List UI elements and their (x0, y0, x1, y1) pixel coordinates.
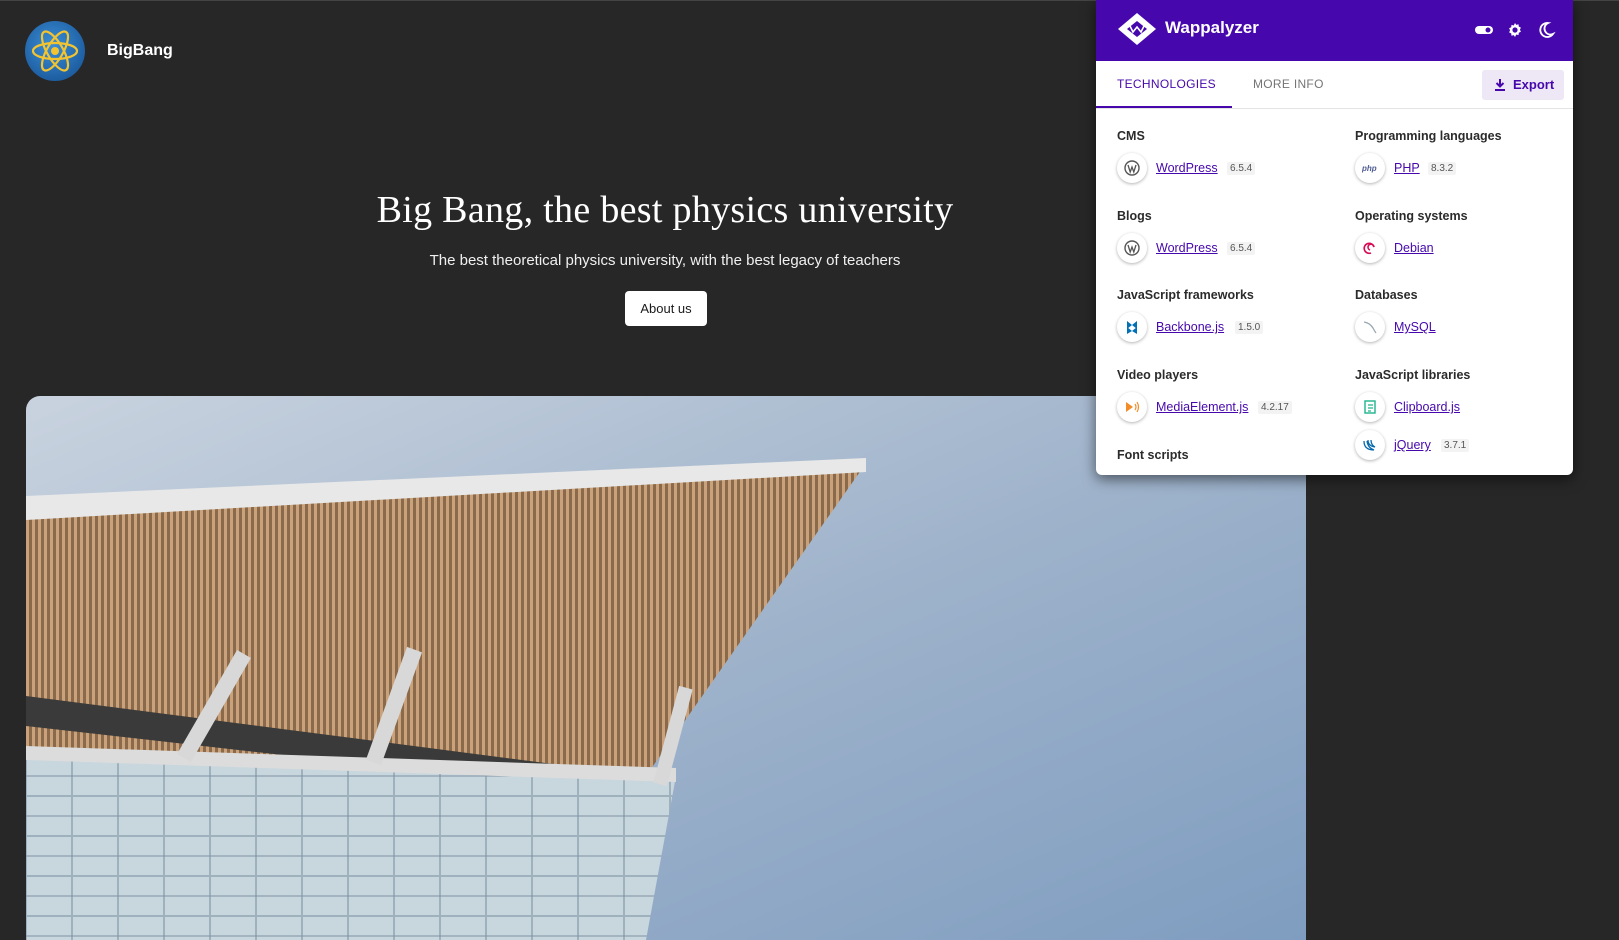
category-video-players: Video players (1117, 368, 1199, 382)
mysql-icon (1355, 312, 1385, 342)
tech-link-mediaelement[interactable]: MediaElement.js (1156, 400, 1248, 414)
tech-link-php[interactable]: PHP (1394, 161, 1420, 175)
about-us-button[interactable]: About us (625, 291, 707, 326)
mediaelement-icon (1117, 392, 1147, 422)
tech-version: 3.7.1 (1441, 439, 1470, 452)
jquery-icon (1355, 430, 1385, 460)
category-programming-languages: Programming languages (1355, 129, 1502, 143)
debian-icon (1355, 233, 1385, 263)
export-button[interactable]: Export (1482, 70, 1564, 100)
tech-item-mysql: MySQL (1355, 312, 1555, 344)
tech-link-mysql[interactable]: MySQL (1394, 320, 1436, 334)
tech-version: 1.5.0 (1235, 321, 1264, 334)
category-blogs: Blogs (1117, 209, 1152, 223)
svg-text:php: php (1362, 164, 1377, 173)
category-operating-systems: Operating systems (1355, 209, 1468, 223)
category-cms: CMS (1117, 129, 1145, 143)
export-label: Export (1513, 77, 1555, 92)
site-name[interactable]: BigBang (107, 42, 173, 60)
tech-link-clipboard[interactable]: Clipboard.js (1394, 400, 1460, 414)
wappalyzer-logo-icon (1118, 13, 1156, 45)
tech-item-php: php PHP 8.3.2 (1355, 153, 1555, 185)
moon-icon[interactable] (1536, 20, 1556, 40)
tech-version: 6.5.4 (1227, 162, 1256, 175)
tech-item-clipboard: Clipboard.js (1355, 392, 1555, 424)
tech-item-wordpress-blogs: WordPress 6.5.4 (1117, 233, 1317, 265)
tech-version: 8.3.2 (1428, 162, 1457, 175)
tech-version: 6.5.4 (1227, 242, 1256, 255)
gear-icon[interactable] (1505, 20, 1525, 40)
wordpress-icon (1117, 153, 1147, 183)
tech-link-jquery[interactable]: jQuery (1394, 438, 1431, 452)
tech-item-mediaelement: MediaElement.js 4.2.17 (1117, 392, 1317, 424)
download-icon (1495, 79, 1505, 91)
atom-icon[interactable] (25, 21, 85, 81)
category-javascript-frameworks: JavaScript frameworks (1117, 288, 1254, 302)
tech-version: 4.2.17 (1258, 401, 1292, 414)
hero-building-image (26, 396, 1306, 940)
category-javascript-libraries: JavaScript libraries (1355, 368, 1471, 382)
tech-link-wordpress[interactable]: WordPress (1156, 161, 1218, 175)
tech-item-backbone: Backbone.js 1.5.0 (1117, 312, 1317, 344)
category-databases: Databases (1355, 288, 1418, 302)
clipboard-icon (1355, 392, 1385, 422)
tab-more-info[interactable]: MORE INFO (1253, 61, 1324, 108)
backbone-icon (1117, 312, 1147, 342)
tech-link-wordpress[interactable]: WordPress (1156, 241, 1218, 255)
tech-item-debian: Debian (1355, 233, 1555, 265)
tech-item-jquery: jQuery 3.7.1 (1355, 430, 1555, 462)
php-icon: php (1355, 153, 1385, 183)
wappalyzer-popup: Wappalyzer TECHNOLOGIES MORE INFO Export… (1096, 0, 1573, 475)
category-font-scripts: Font scripts (1117, 448, 1189, 462)
tech-item-wordpress-cms: WordPress 6.5.4 (1117, 153, 1317, 185)
wappalyzer-header: Wappalyzer (1096, 0, 1573, 61)
toggle-icon[interactable] (1474, 20, 1494, 40)
wordpress-icon (1117, 233, 1147, 263)
tab-technologies[interactable]: TECHNOLOGIES (1096, 61, 1232, 108)
wappalyzer-title: Wappalyzer (1165, 18, 1259, 37)
tech-link-backbone[interactable]: Backbone.js (1156, 320, 1224, 334)
tech-link-debian[interactable]: Debian (1394, 241, 1434, 255)
